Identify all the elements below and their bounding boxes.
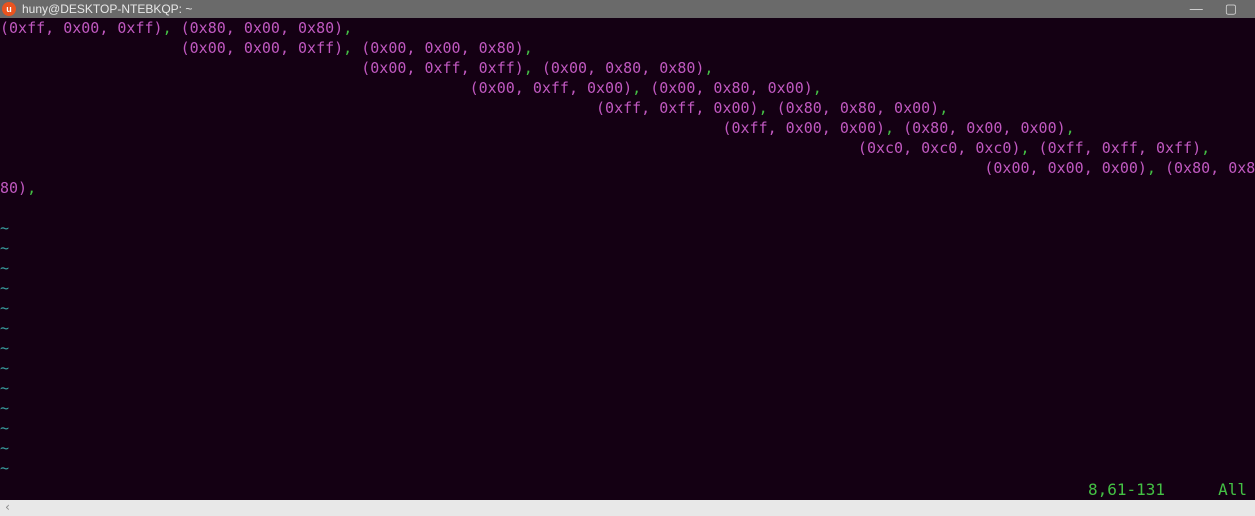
code-token: (0xff, 0x00, 0x00) — [0, 119, 885, 137]
vim-status-line: 8,61-131 All — [0, 480, 1255, 500]
code-token: (0x00, 0x00, 0x00) — [0, 159, 1147, 177]
terminal-body[interactable]: (0xff, 0x00, 0xff), (0x80, 0x00, 0x80), … — [0, 18, 1255, 500]
code-token: , — [343, 19, 352, 37]
code-token: , — [1201, 139, 1210, 157]
code-line: (0xff, 0x00, 0x00), (0x80, 0x00, 0x00), — [0, 118, 1255, 138]
code-line: (0x00, 0x00, 0x00), (0x80, 0x80, 0x — [0, 158, 1255, 178]
code-token: , — [939, 99, 948, 117]
code-token: (0x00, 0x00, 0x80) — [361, 39, 524, 57]
code-token: (0x00, 0xff, 0x00) — [0, 79, 632, 97]
vim-empty-line: ~ — [0, 218, 1255, 238]
horizontal-scrollbar[interactable]: ‹ — [0, 500, 1255, 516]
vim-empty-line: ~ — [0, 458, 1255, 478]
scroll-left-icon[interactable]: ‹ — [4, 500, 11, 514]
vim-empty-line: ~ — [0, 378, 1255, 398]
vim-empty-line: ~ — [0, 278, 1255, 298]
code-line: (0x00, 0xff, 0x00), (0x00, 0x80, 0x00), — [0, 78, 1255, 98]
code-line: (0x00, 0x00, 0xff), (0x00, 0x00, 0x80), — [0, 38, 1255, 58]
scroll-scope: All — [1218, 480, 1247, 499]
vim-empty-line: ~ — [0, 358, 1255, 378]
ubuntu-icon: u — [2, 2, 16, 16]
code-token: , — [759, 99, 777, 117]
window-title: huny@DESKTOP-NTEBKQP: ~ — [22, 2, 192, 16]
code-token: , — [813, 79, 822, 97]
code-token: (0x00, 0x80, 0x00) — [650, 79, 813, 97]
code-token: (0x00, 0x00, 0xff) — [0, 39, 343, 57]
vim-empty-line: ~ — [0, 318, 1255, 338]
code-line: (0xff, 0x00, 0xff), (0x80, 0x00, 0x80), — [0, 18, 1255, 38]
vim-empty-line: ~ — [0, 398, 1255, 418]
terminal-window: u huny@DESKTOP-NTEBKQP: ~ — ▢ ✕ (0xff, 0… — [0, 0, 1255, 500]
code-token: , — [1147, 159, 1165, 177]
code-token: (0x80, 0x80, 0x00) — [777, 99, 940, 117]
code-token: (0x80, 0x00, 0x80) — [181, 19, 344, 37]
blank-line — [0, 198, 1255, 218]
code-token: (0xff, 0xff, 0x00) — [0, 99, 759, 117]
code-line: (0xff, 0xff, 0x00), (0x80, 0x80, 0x00), — [0, 98, 1255, 118]
vim-empty-line: ~ — [0, 338, 1255, 358]
vim-empty-line: ~ — [0, 418, 1255, 438]
code-token: (0xc0, 0xc0, 0xc0) — [0, 139, 1020, 157]
vim-empty-line: ~ — [0, 258, 1255, 278]
code-line: 80), — [0, 178, 1255, 198]
window-controls: — ▢ ✕ — [1190, 1, 1255, 17]
code-token: (0x80, 0x00, 0x00) — [903, 119, 1066, 137]
code-token: , — [163, 19, 181, 37]
code-line: (0x00, 0xff, 0xff), (0x00, 0x80, 0x80), — [0, 58, 1255, 78]
vim-empty-line: ~ — [0, 238, 1255, 258]
code-token: , — [1066, 119, 1075, 137]
cursor-position: 8,61-131 — [1088, 480, 1165, 499]
vim-empty-line: ~ — [0, 438, 1255, 458]
code-token: , — [27, 179, 36, 197]
maximize-button[interactable]: ▢ — [1225, 1, 1237, 17]
code-token: , — [524, 59, 542, 77]
code-token: , — [885, 119, 903, 137]
code-token: (0xff, 0x00, 0xff) — [0, 19, 163, 37]
code-token: , — [632, 79, 650, 97]
code-token: (0x00, 0xff, 0xff) — [0, 59, 524, 77]
code-token: (0xff, 0xff, 0xff) — [1039, 139, 1202, 157]
vim-empty-line: ~ — [0, 298, 1255, 318]
code-token: (0x00, 0x80, 0x80) — [542, 59, 705, 77]
titlebar[interactable]: u huny@DESKTOP-NTEBKQP: ~ — ▢ ✕ — [0, 0, 1255, 18]
code-token: 80) — [0, 179, 27, 197]
minimize-button[interactable]: — — [1190, 1, 1203, 17]
code-token: , — [704, 59, 713, 77]
code-token: , — [1020, 139, 1038, 157]
code-token: , — [343, 39, 361, 57]
code-token: , — [524, 39, 533, 57]
code-token: (0x80, 0x80, 0x — [1165, 159, 1255, 177]
code-line: (0xc0, 0xc0, 0xc0), (0xff, 0xff, 0xff), — [0, 138, 1255, 158]
